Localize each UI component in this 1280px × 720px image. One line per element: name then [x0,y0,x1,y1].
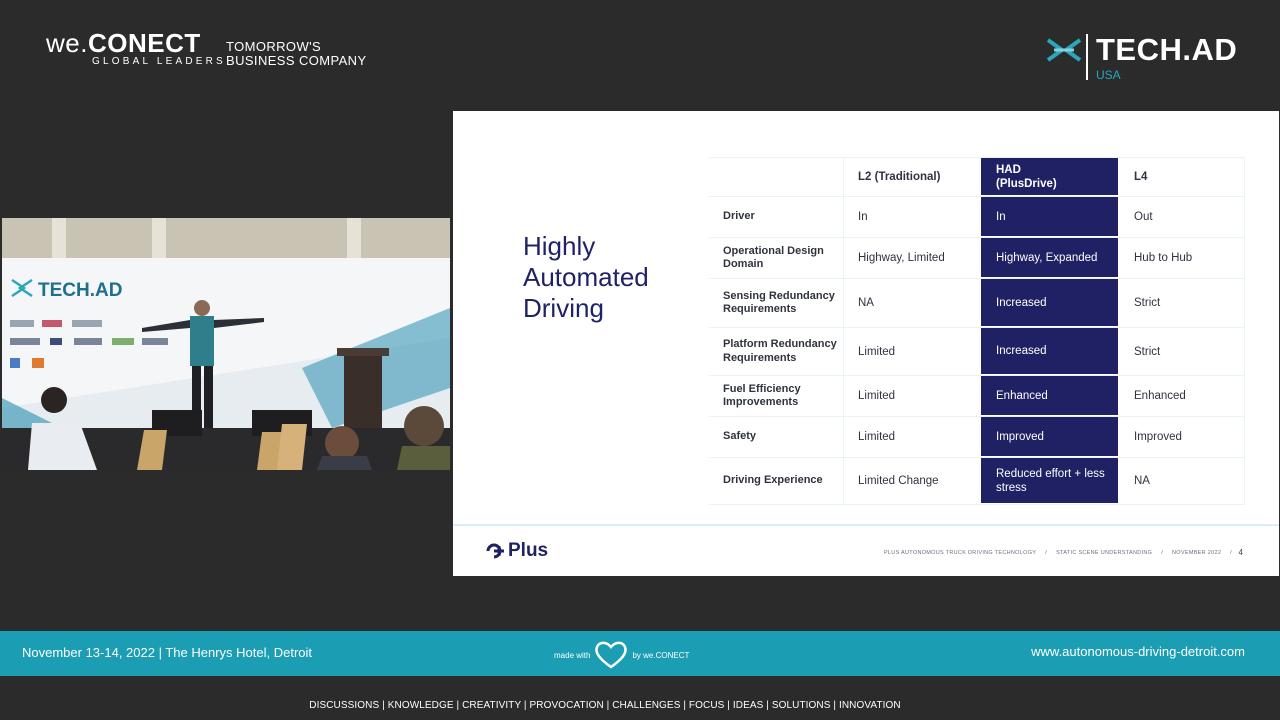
cell-l4: NA [1118,458,1245,504]
made-with-badge: made with by we.CONECT [554,641,689,669]
presentation-slide: Highly Automated Driving L2 (Traditional… [453,111,1279,576]
cell-l4: Strict [1118,279,1245,327]
weconect-subline: GLOBAL LEADERS [92,56,226,67]
cell-l2: Limited Change [843,458,981,504]
row-label: Fuel Efficiency Improvements [709,376,843,416]
slide-title: Highly Automated Driving [523,231,649,324]
cell-had: Increased [981,328,1118,375]
weconect-logo: we.CONECT GLOBAL LEADERS [46,28,223,67]
live-speaker-video-icon: TECH.AD [2,218,450,470]
cell-l2: Limited [843,328,981,375]
table-row: Safety Limited Improved Improved [709,417,1245,458]
plus-logo-text: Plus [508,540,549,561]
table-row: Operational Design Domain Highway, Limit… [709,238,1245,279]
cell-had: Improved [981,417,1118,457]
cell-had: In [981,197,1118,237]
tagline-line-2: BUSINESS COMPANY [226,53,367,68]
table-row: Fuel Efficiency Improvements Limited Enh… [709,376,1245,417]
row-label: Sensing Redundancy Requirements [709,279,843,327]
event-date-location: November 13-14, 2022 | The Henrys Hotel,… [22,645,312,660]
table-row: Driver In In Out [709,197,1245,238]
table-header-row: L2 (Traditional) HAD (PlusDrive) L4 [709,157,1245,197]
cell-l4: Strict [1118,328,1245,375]
row-label: Driver [709,197,843,237]
plus-logo: Plus [485,540,548,562]
slide-breadcrumbs: PLUS AUTONOMOUS TRUCK DRIVING TECHNOLOGY… [883,550,1232,556]
slide-title-line-2: Automated [523,262,649,292]
comparison-table: L2 (Traditional) HAD (PlusDrive) L4 Driv… [709,157,1245,505]
slide-footer: Plus PLUS AUTONOMOUS TRUCK DRIVING TECHN… [453,524,1279,578]
heart-icon [595,641,628,669]
cell-had: Reduced effort + less stress [981,458,1118,504]
cell-l4: Enhanced [1118,376,1245,416]
row-label: Operational Design Domain [709,238,843,278]
backdrop-logo-text: TECH.AD [38,280,122,301]
slide-title-line-3: Driving [523,293,604,323]
weconect-wordmark-left: we. [46,28,88,58]
header-cell-had: HAD (PlusDrive) [981,158,1118,196]
cell-l2: In [843,197,981,237]
header-cell-l2: L2 (Traditional) [843,158,981,196]
cell-had: Highway, Expanded [981,238,1118,278]
breadcrumb-item: STATIC SCENE UNDERSTANDING [1056,550,1153,556]
table-row: Platform Redundancy Requirements Limited… [709,328,1245,376]
header-cell-blank [709,158,843,196]
tagline-line-1: TOMORROW'S [226,39,322,54]
table-row: Sensing Redundancy Requirements NA Incre… [709,279,1245,328]
row-label: Platform Redundancy Requirements [709,328,843,375]
cell-l4: Out [1118,197,1245,237]
cell-l2: Limited [843,417,981,457]
made-with-text: made with [554,650,591,660]
cell-l4: Improved [1118,417,1245,457]
cell-l2: NA [843,279,981,327]
keywords-line: DISCUSSIONS | KNOWLEDGE | CREATIVITY | P… [309,700,901,711]
slide-page-number: 4 [1238,548,1243,557]
row-label: Driving Experience [709,458,843,504]
cell-had: Enhanced [981,376,1118,416]
speaker-video-feed: TECH.AD [2,218,450,470]
tech-ad-x-mark-icon [1046,38,1082,62]
row-label: Safety [709,417,843,457]
weconect-wordmark-right: CONECT [87,28,201,58]
company-tagline: TOMORROW'S BUSINESS COMPANY [226,40,367,68]
cell-had: Increased [981,279,1118,327]
cell-l2: Highway, Limited [843,238,981,278]
slide-title-line-1: Highly [523,231,596,261]
header-cell-l4: L4 [1118,158,1245,196]
tech-ad-divider [1086,34,1088,80]
breadcrumb-item: PLUS AUTONOMOUS TRUCK DRIVING TECHNOLOGY [883,550,1037,556]
by-weconect-text: by we.CONECT [632,650,690,660]
plus-brand-icon [486,543,504,559]
tech-ad-name: TECH.AD [1096,32,1238,67]
event-website-link[interactable]: www.autonomous-driving-detroit.com [1031,644,1245,659]
event-info-bar: November 13-14, 2022 | The Henrys Hotel,… [0,631,1280,676]
cell-l4: Hub to Hub [1118,238,1245,278]
cell-l2: Limited [843,376,981,416]
table-row: Driving Experience Limited Change Reduce… [709,458,1245,505]
breadcrumb-item: NOVEMBER 2022 [1172,550,1222,556]
tech-ad-region: USA [1096,68,1121,82]
